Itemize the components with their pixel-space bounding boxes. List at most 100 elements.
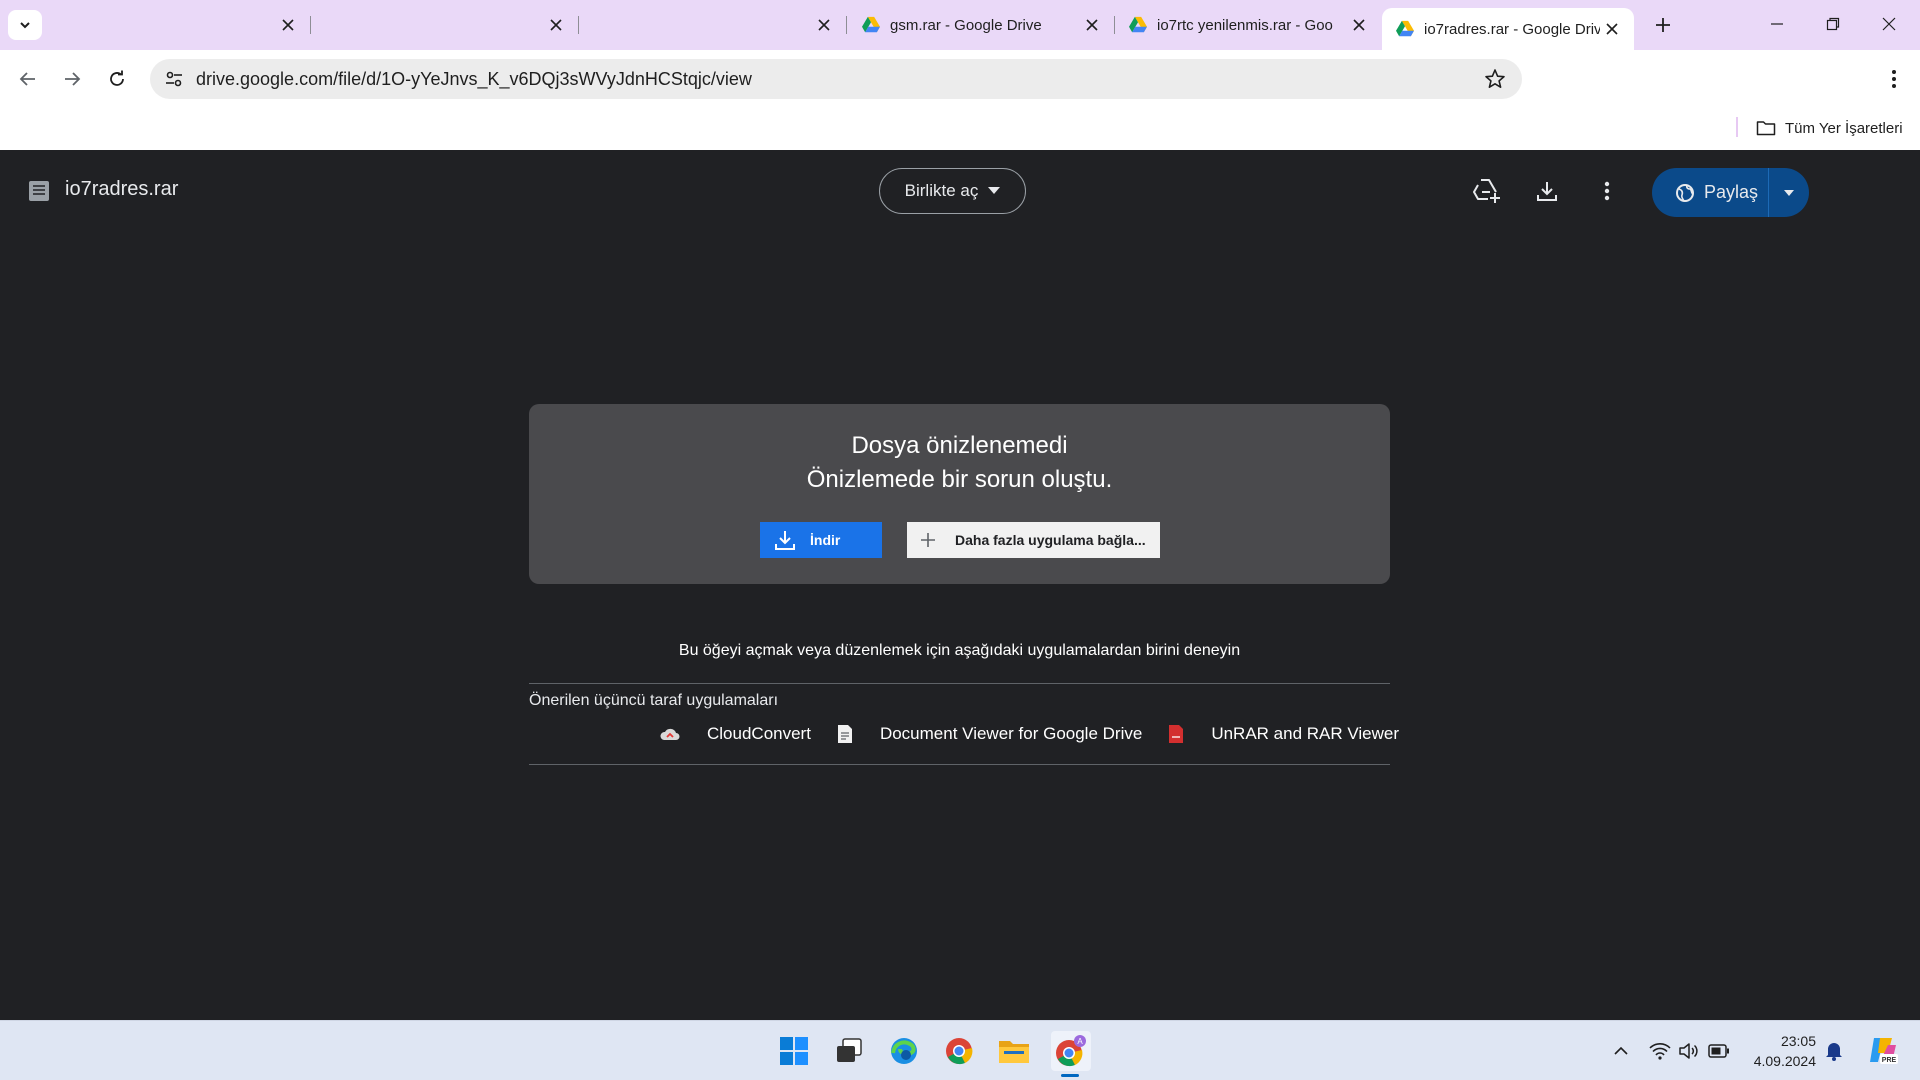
- restore-button[interactable]: [1810, 8, 1856, 40]
- tab-2[interactable]: [312, 8, 579, 42]
- globe-icon: [1676, 183, 1694, 202]
- arrow-left-icon: [19, 72, 35, 86]
- close-icon: [818, 19, 830, 31]
- connect-more-apps-button[interactable]: Daha fazla uygulama bağla...: [907, 522, 1160, 558]
- tab-close-button[interactable]: [276, 13, 300, 37]
- restore-icon: [1826, 17, 1840, 31]
- file-explorer-button[interactable]: [994, 1031, 1034, 1071]
- address-bar[interactable]: drive.google.com/file/d/1O-yYeJnvs_K_v6D…: [150, 59, 1522, 99]
- more-vertical-icon: [1892, 70, 1896, 88]
- download-button[interactable]: [1531, 175, 1563, 207]
- tab-gsm[interactable]: gsm.rar - Google Drive: [848, 8, 1115, 42]
- close-icon: [1606, 23, 1618, 35]
- tab-close-button[interactable]: [544, 13, 568, 37]
- tab-title: io7rtc yenilenmis.rar - Goo: [1157, 16, 1333, 34]
- forward-button[interactable]: [56, 63, 88, 95]
- wifi-icon: [1649, 1043, 1671, 1060]
- download-icon: [1537, 182, 1557, 201]
- arrow-right-icon: [65, 72, 81, 86]
- tab-io7rtc[interactable]: io7rtc yenilenmis.rar - Goo: [1115, 8, 1381, 42]
- task-view-icon: [837, 1038, 862, 1062]
- tab-io7radres-active[interactable]: io7radres.rar - Google Driv: [1382, 8, 1634, 50]
- notifications-button[interactable]: [1822, 1039, 1846, 1063]
- volume-button[interactable]: [1677, 1039, 1701, 1063]
- tab-close-button[interactable]: [1347, 13, 1371, 37]
- start-button[interactable]: [774, 1031, 814, 1071]
- download-file-button[interactable]: İndir: [760, 522, 882, 558]
- volume-icon: [1679, 1043, 1698, 1059]
- close-window-button[interactable]: [1866, 8, 1912, 40]
- open-with-button[interactable]: Birlikte aç: [879, 168, 1026, 214]
- clock-date: 4.09.2024: [1753, 1053, 1816, 1069]
- tune-icon: [166, 71, 182, 87]
- windows-start-icon: [780, 1037, 808, 1065]
- app-name: UnRAR and RAR Viewer: [1211, 724, 1400, 743]
- url-text[interactable]: drive.google.com/file/d/1O-yYeJnvs_K_v6D…: [196, 69, 752, 90]
- site-info-button[interactable]: [154, 59, 194, 99]
- google-drive-icon: [1396, 20, 1414, 37]
- browser-toolbar: drive.google.com/file/d/1O-yYeJnvs_K_v6D…: [0, 50, 1920, 108]
- close-icon: [1086, 19, 1098, 31]
- more-actions-button[interactable]: [1591, 175, 1623, 207]
- active-app-indicator: [1061, 1074, 1079, 1077]
- google-drive-icon: [862, 16, 880, 33]
- new-tab-button[interactable]: [1650, 12, 1676, 38]
- share-button[interactable]: Paylaş: [1652, 168, 1768, 217]
- bookmarks-separator: [1736, 117, 1738, 137]
- browser-menu-button[interactable]: [1878, 63, 1910, 95]
- chrome-button[interactable]: [939, 1031, 979, 1071]
- edge-button[interactable]: [884, 1031, 924, 1071]
- all-bookmarks-button[interactable]: Tüm Yer İşaretleri: [1756, 116, 1903, 140]
- chrome-profile-button[interactable]: A: [1051, 1031, 1091, 1071]
- tab-3[interactable]: [580, 8, 847, 42]
- back-button[interactable]: [12, 63, 44, 95]
- archive-file-icon: [29, 181, 49, 201]
- add-shortcut-button[interactable]: [1471, 175, 1503, 207]
- copilot-icon: PRE: [1870, 1038, 1898, 1064]
- folder-icon: [1756, 121, 1776, 136]
- tab-close-button[interactable]: [1080, 13, 1104, 37]
- task-view-button[interactable]: [829, 1031, 869, 1071]
- edge-icon: [891, 1038, 917, 1064]
- tab-close-button[interactable]: [812, 13, 836, 37]
- document-viewer-icon: [837, 725, 852, 743]
- tab-close-button[interactable]: [1600, 17, 1624, 41]
- app-unrar[interactable]: UnRAR and RAR Viewer: [1168, 724, 1399, 744]
- download-file-label: İndir: [810, 532, 841, 548]
- wifi-button[interactable]: [1648, 1039, 1672, 1063]
- divider-bottom: [529, 764, 1390, 765]
- app-name: Document Viewer for Google Drive: [879, 724, 1143, 743]
- copilot-button[interactable]: PRE: [1865, 1033, 1899, 1067]
- bookmark-star-button[interactable]: [1484, 68, 1506, 95]
- reload-button[interactable]: [101, 63, 133, 95]
- battery-button[interactable]: [1707, 1039, 1731, 1063]
- chrome-icon: [946, 1038, 973, 1065]
- try-apps-text: Bu öğeyi açmak veya düzenlemek için aşağ…: [678, 642, 1241, 659]
- clock-time: 23:05: [1780, 1033, 1816, 1049]
- tab-1[interactable]: [44, 8, 311, 42]
- tab-search-button[interactable]: [8, 10, 42, 40]
- download-icon: [775, 531, 795, 550]
- drive-viewer: io7radres.rar Birlikte aç Paylaş Dosya ö…: [0, 150, 1920, 1020]
- share-dropdown-button[interactable]: [1769, 189, 1809, 196]
- caret-down-icon: [988, 187, 1001, 194]
- tab-separator: [578, 16, 579, 34]
- app-cloudconvert[interactable]: CloudConvert: [660, 724, 811, 744]
- app-document-viewer[interactable]: Document Viewer for Google Drive: [837, 724, 1142, 744]
- google-drive-icon: [1129, 16, 1147, 33]
- minimize-button[interactable]: [1754, 8, 1800, 40]
- connect-more-apps-label: Daha fazla uygulama bağla...: [955, 532, 1146, 548]
- clock[interactable]: 23:05 4.09.2024: [1744, 1031, 1816, 1071]
- tab-separator: [310, 16, 311, 34]
- show-hidden-icons-button[interactable]: [1609, 1039, 1633, 1063]
- share-button-group: Paylaş: [1652, 168, 1809, 217]
- chevron-down-icon: [20, 22, 30, 29]
- cloudconvert-icon: [660, 728, 680, 740]
- more-vertical-icon: [1604, 181, 1610, 201]
- suggested-apps-label: Önerilen üçüncü taraf uygulamaları: [529, 692, 779, 709]
- svg-text:A: A: [1077, 1037, 1083, 1046]
- add-to-drive-icon: [1473, 179, 1500, 203]
- share-label: Paylaş: [1704, 182, 1759, 202]
- taskbar: A 23:05 4.09.2024 PRE: [0, 1020, 1920, 1080]
- close-icon: [1882, 17, 1896, 31]
